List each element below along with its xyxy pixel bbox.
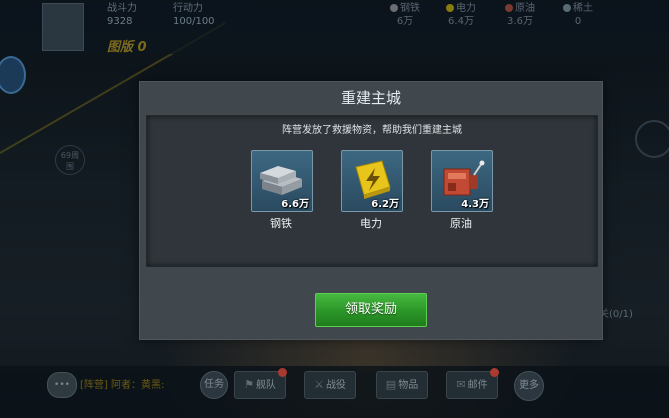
rebuild-city-dialog: 重建主城 阵营发放了救援物资，帮助我们重建主城 6.6万 钢铁 6.2万 电力 …: [139, 81, 603, 340]
mail-label: 邮件: [467, 380, 488, 391]
battle-label: 战役: [325, 380, 346, 391]
reward-amount: 6.2万: [371, 199, 399, 210]
reward-name: 原油: [450, 217, 472, 230]
stamina-value: 100/100: [173, 16, 215, 27]
notification-dot: [490, 368, 499, 377]
oil-icon: [505, 4, 513, 12]
reward-amount: 4.3万: [461, 199, 489, 210]
claim-reward-button[interactable]: 领取奖励: [315, 293, 427, 327]
reward-name: 钢铁: [270, 217, 292, 230]
reward-frame[interactable]: 4.3万: [431, 150, 493, 212]
dialog-title: 重建主城: [340, 89, 401, 107]
task-button[interactable]: 任务: [200, 371, 228, 399]
items-icon: ▤: [385, 378, 397, 391]
fleet-label: 舰队: [255, 380, 276, 391]
notification-dot: [278, 368, 287, 377]
stamina-label: 行动力: [173, 3, 203, 14]
resource-oil: 原油 3.6万: [505, 2, 535, 28]
fleet-icon: ⚑: [244, 378, 254, 391]
power-stat: 战斗力 9328: [107, 2, 137, 28]
right-ring-icon: [635, 120, 669, 158]
reward-power[interactable]: 6.2万 电力: [341, 150, 403, 231]
guild-label: 图版 0: [107, 40, 147, 55]
resource-rare: 稀土 0: [563, 2, 593, 28]
reward-amount: 6.6万: [281, 199, 309, 210]
map-marker[interactable]: 69周围: [55, 145, 85, 175]
rare-earth-icon: [563, 4, 571, 12]
power-icon: [446, 4, 454, 12]
more-button[interactable]: 更多: [514, 371, 544, 401]
reward-frame[interactable]: 6.2万: [341, 150, 403, 212]
mail-icon: ✉: [456, 378, 466, 391]
battle-button[interactable]: ⚔ 战役: [304, 371, 356, 399]
reward-name: 电力: [360, 217, 382, 230]
reward-frame[interactable]: 6.6万: [251, 150, 313, 212]
battle-icon: ⚔: [314, 378, 324, 391]
items-button[interactable]: ▤ 物品: [376, 371, 428, 399]
resource-steel: 钢铁 6万: [390, 2, 420, 28]
quest-progress-text: 关(0/1): [599, 309, 633, 320]
chat-button[interactable]: •••: [47, 372, 77, 398]
stamina-stat: 行动力 100/100: [173, 2, 215, 28]
chat-preview[interactable]: [阵营] 阿者：黄黑:: [80, 376, 164, 391]
avatar[interactable]: [42, 3, 84, 51]
fleet-button[interactable]: ⚑ 舰队: [234, 368, 287, 399]
items-label: 物品: [398, 380, 419, 391]
dialog-description: 阵营发放了救援物资，帮助我们重建主城: [282, 125, 462, 136]
mail-button[interactable]: ✉ 邮件: [446, 368, 499, 399]
reward-steel[interactable]: 6.6万 钢铁: [251, 150, 313, 231]
reward-panel: 阵营发放了救援物资，帮助我们重建主城 6.6万 钢铁 6.2万 电力 4.3万 …: [146, 115, 598, 267]
steel-icon: [390, 4, 398, 12]
power-value: 9328: [107, 16, 133, 27]
reward-oil[interactable]: 4.3万 原油: [431, 150, 493, 231]
power-label: 战斗力: [107, 3, 137, 14]
resource-power: 电力 6.4万: [446, 2, 476, 28]
